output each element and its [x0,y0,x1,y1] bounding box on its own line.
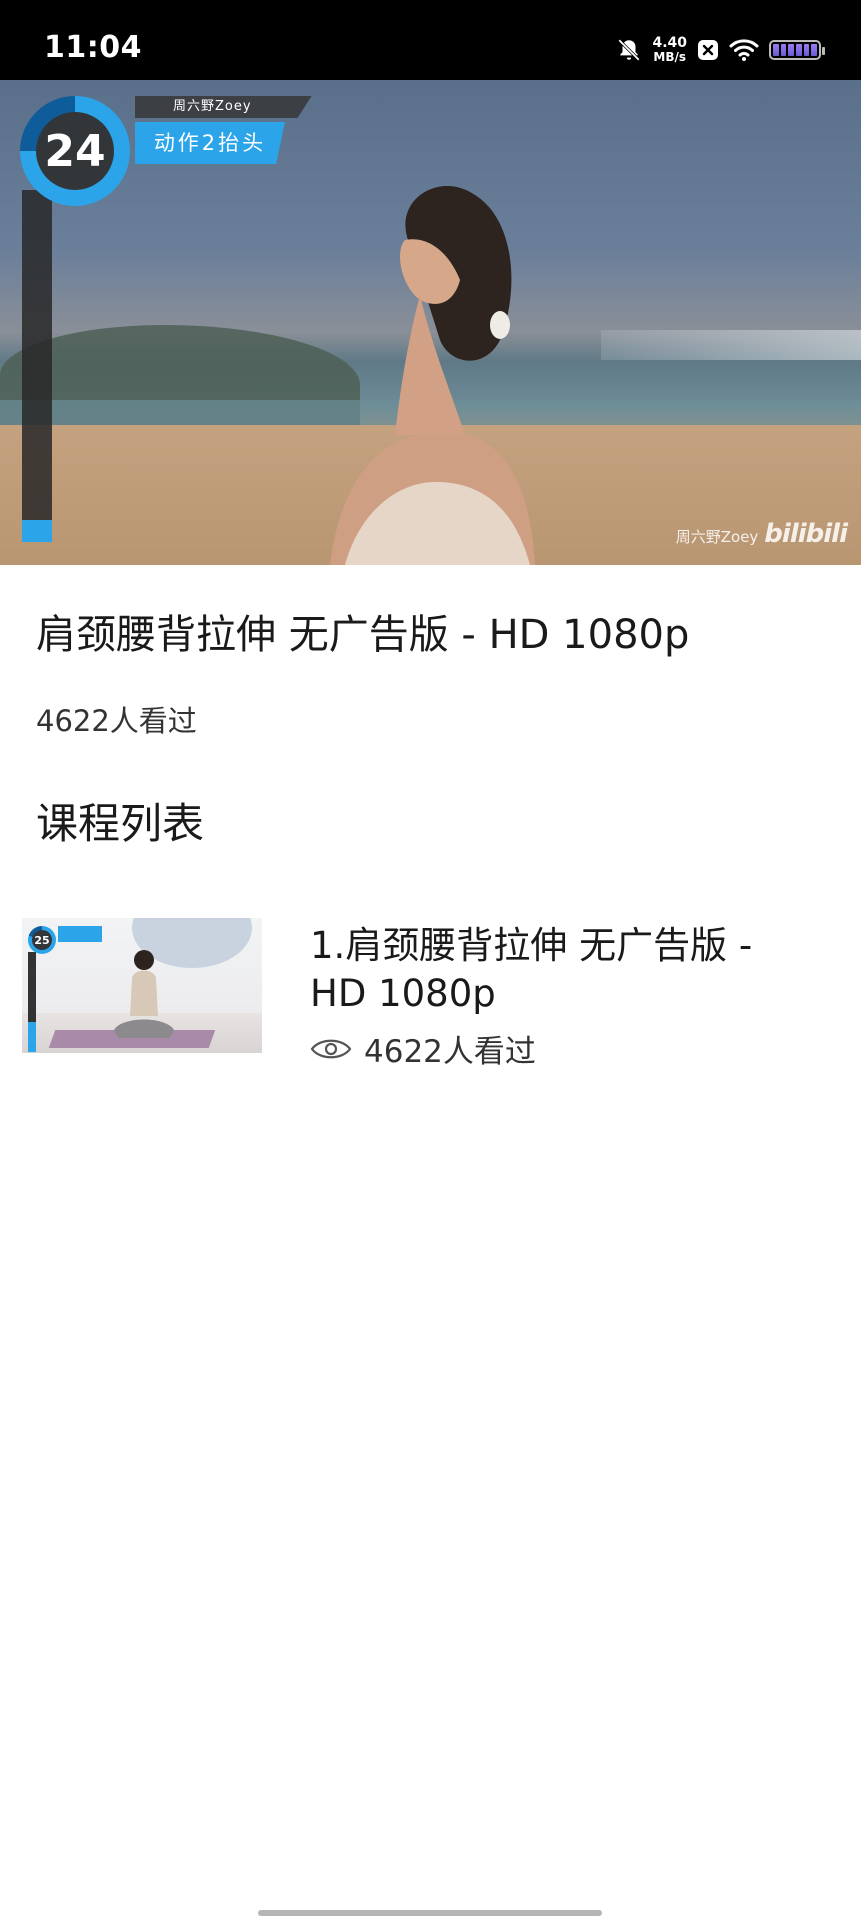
countdown-value: 24 [36,112,114,190]
thumbnail-action-tag [58,926,102,942]
countdown-timer: 24 [20,96,130,206]
course-item-views: 4622人看过 [310,1026,536,1071]
watermark-creator: 周六野Zoey [675,528,759,546]
course-list-item[interactable]: 25 1.肩颈腰背拉伸 无广告版 - HD 1080p 4622人看过 [22,918,842,1078]
video-watermark: 周六野Zoey bilibili [675,519,848,549]
wifi-icon [729,39,759,61]
course-list-heading: 课程列表 [36,799,205,848]
net-speed-value: 4.40 [652,35,687,51]
scene-city [601,330,861,360]
net-speed-unit: MB/s [653,50,687,64]
exercise-progress-track [22,190,52,542]
course-view-count: 4622人看过 [36,704,197,738]
close-box-icon [698,40,718,60]
course-thumbnail[interactable]: 25 [22,918,262,1053]
action-label: 动作2抬头 [135,122,285,164]
home-indicator[interactable] [258,1910,602,1916]
net-speed: 4.40 MB/s [652,36,687,64]
course-title: 肩颈腰背拉伸 无广告版 - HD 1080p [36,612,690,658]
exercise-progress-fill [22,520,52,542]
course-item-view-count: 4622人看过 [364,1034,536,1070]
course-item-title[interactable]: 1.肩颈腰背拉伸 无广告版 - HD 1080p [310,922,810,1018]
bilibili-logo: bilibili [764,519,848,549]
thumbnail-counter: 25 [28,926,56,954]
status-time: 11:04 [44,30,142,65]
thumbnail-figure [114,950,174,1038]
creator-tag: 周六野Zoey [135,96,312,118]
status-bar: 11:04 4.40 MB/s [0,0,861,80]
instructor-figure [330,185,535,565]
video-player[interactable]: 24 周六野Zoey 动作2抬头 周六野Zoey bilibili [0,80,861,565]
status-icons: 4.40 MB/s [616,30,825,70]
mute-bell-icon [618,39,641,61]
eye-icon [310,1039,352,1058]
battery-icon [769,40,825,60]
